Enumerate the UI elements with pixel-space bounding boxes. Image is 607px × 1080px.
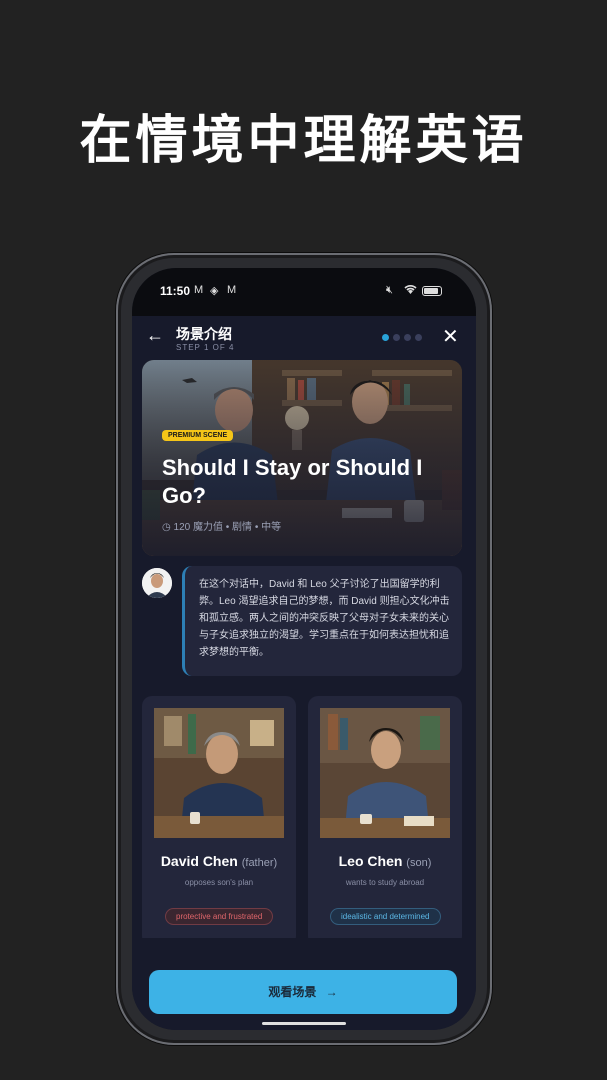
character-name: David Chen (father) xyxy=(142,853,296,869)
back-arrow-icon[interactable]: ← xyxy=(146,325,164,346)
character-card-leo[interactable]: Leo Chen (son) wants to study abroad ide… xyxy=(308,696,462,938)
step-dot xyxy=(415,334,422,341)
app-screen: 11:50 M ◈ M 🔇︎ ← 场景介绍 STEP 1 OF 4 ✕ PREM… xyxy=(132,268,476,1030)
character-name: Leo Chen (son) xyxy=(308,853,462,869)
step-dot xyxy=(382,334,389,341)
character-subtitle: opposes son's plan xyxy=(184,878,254,887)
nav-bar: ← 场景介绍 STEP 1 OF 4 ✕ xyxy=(132,316,476,360)
step-dot xyxy=(404,334,411,341)
wifi-icon xyxy=(404,284,417,298)
headline: 在情境中理解英语 xyxy=(79,111,528,171)
home-indicator xyxy=(262,1022,346,1025)
step-dots xyxy=(382,334,422,341)
character-role: (son) xyxy=(406,857,432,869)
gmail-icon: M xyxy=(227,284,237,296)
battery-icon xyxy=(422,286,442,296)
layers-icon: ◈ xyxy=(210,285,219,297)
main-content: PREMIUM SCENE Should I Stay or Should I … xyxy=(132,360,476,938)
step-dot xyxy=(393,334,400,341)
scene-description-row: 在这个对话中，David 和 Leo 父子讨论了出国留学的利弊。Leo 渴望追求… xyxy=(142,566,462,678)
character-name-text: David Chen xyxy=(160,853,238,869)
step-indicator: STEP 1 OF 4 xyxy=(176,343,235,352)
character-subtitle: wants to study abroad xyxy=(345,878,425,887)
scene-description: 在这个对话中，David 和 Leo 父子讨论了出国留学的利弊。Leo 渴望追求… xyxy=(182,566,462,676)
character-name-text: Leo Chen xyxy=(338,853,403,869)
mute-icon: 🔇︎ xyxy=(386,284,393,296)
scene-title: Should I Stay or Should I Go? xyxy=(162,455,423,508)
scene-hero: PREMIUM SCENE Should I Stay or Should I … xyxy=(142,360,462,556)
premium-badge: PREMIUM SCENE xyxy=(162,430,234,441)
character-cards: David Chen (father) opposes son's plan p… xyxy=(142,696,462,938)
character-trait-tag: idealistic and determined xyxy=(330,908,441,925)
scene-meta-text: 120 魔力值 • 剧情 • 中等 xyxy=(173,522,282,533)
character-card-david[interactable]: David Chen (father) opposes son's plan p… xyxy=(142,696,296,938)
scene-meta: ◷ 120 魔力值 • 剧情 • 中等 xyxy=(162,518,281,533)
status-time: 11:50 xyxy=(160,284,191,298)
character-photo xyxy=(320,708,450,838)
character-photo xyxy=(154,708,284,838)
watch-scene-label: 观看场景 xyxy=(268,985,317,999)
status-bar: 11:50 M ◈ M 🔇︎ xyxy=(132,268,476,316)
clock-icon: ◷ xyxy=(162,522,174,533)
gmail-icon: M xyxy=(194,284,204,296)
page-title: 场景介绍 xyxy=(176,326,232,342)
character-trait-tag: protective and frustrated xyxy=(165,908,274,925)
battery-level xyxy=(424,288,438,294)
character-role: (father) xyxy=(241,857,278,869)
close-icon[interactable]: ✕ xyxy=(442,324,459,349)
watch-scene-button[interactable]: 观看场景 → xyxy=(149,970,457,1014)
arrow-right-icon: → xyxy=(325,985,338,999)
avatar xyxy=(142,568,172,598)
